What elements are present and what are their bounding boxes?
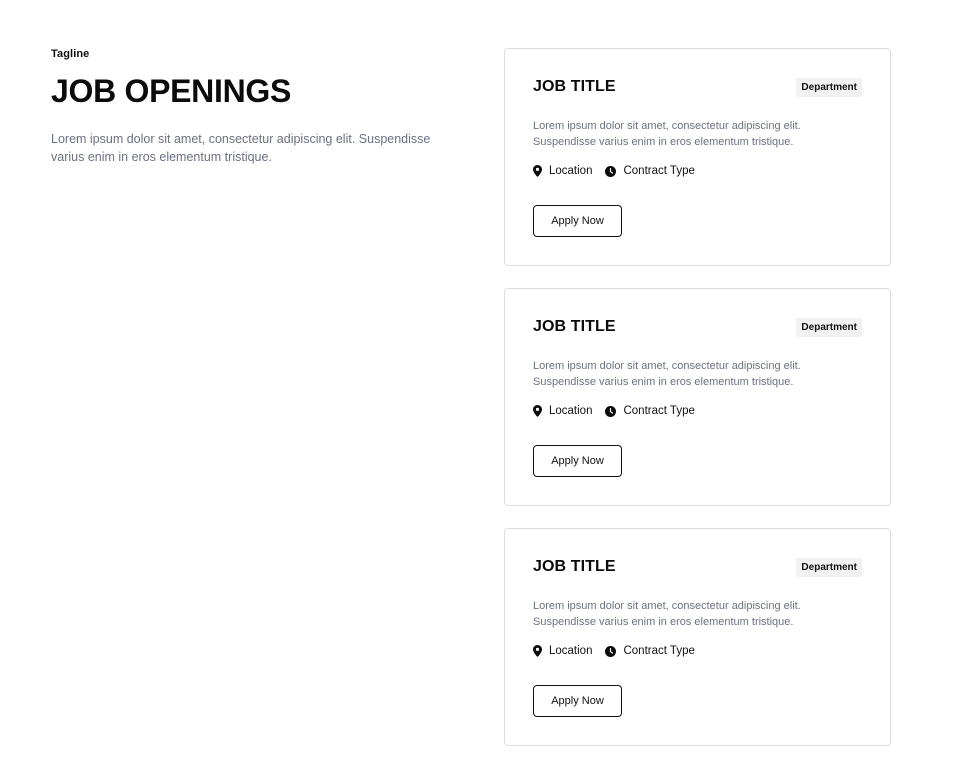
job-openings-page: Tagline JOB OPENINGS Lorem ipsum dolor s…	[0, 0, 960, 769]
job-contract: Contract Type	[605, 405, 695, 417]
map-pin-icon	[533, 405, 542, 417]
apply-now-button[interactable]: Apply Now	[533, 205, 622, 237]
job-contract: Contract Type	[605, 165, 695, 177]
job-title: JOB TITLE	[533, 78, 616, 95]
job-card: JOB TITLE Department Lorem ipsum dolor s…	[504, 288, 891, 506]
department-badge: Department	[796, 317, 862, 337]
tagline: Tagline	[51, 48, 90, 60]
job-location: Location	[533, 165, 592, 177]
job-location-label: Location	[549, 645, 593, 657]
job-meta: Location Contract Type	[533, 645, 862, 657]
clock-icon	[605, 405, 617, 417]
job-title: JOB TITLE	[533, 558, 616, 575]
job-location-label: Location	[549, 405, 593, 417]
job-contract-label: Contract Type	[623, 405, 695, 417]
job-card-header: JOB TITLE Department	[533, 316, 862, 338]
intro-description: Lorem ipsum dolor sit amet, consectetur …	[51, 132, 431, 164]
job-card-header: JOB TITLE Department	[533, 76, 862, 98]
job-meta: Location Contract Type	[533, 165, 862, 177]
clock-icon	[605, 165, 617, 177]
intro-section: Tagline JOB OPENINGS Lorem ipsum dolor s…	[51, 48, 451, 166]
job-contract-label: Contract Type	[623, 165, 695, 177]
clock-icon	[605, 645, 617, 657]
apply-now-button[interactable]: Apply Now	[533, 445, 622, 477]
apply-now-button[interactable]: Apply Now	[533, 685, 622, 717]
job-location: Location	[533, 645, 592, 657]
job-description: Lorem ipsum dolor sit amet, consectetur …	[533, 120, 801, 148]
department-badge: Department	[796, 77, 862, 97]
job-contract: Contract Type	[605, 645, 695, 657]
page-title: JOB OPENINGS	[51, 73, 292, 109]
job-list: JOB TITLE Department Lorem ipsum dolor s…	[504, 48, 891, 746]
job-location: Location	[533, 405, 592, 417]
job-description: Lorem ipsum dolor sit amet, consectetur …	[533, 600, 801, 628]
job-title: JOB TITLE	[533, 318, 616, 335]
job-location-label: Location	[549, 165, 593, 177]
job-card: JOB TITLE Department Lorem ipsum dolor s…	[504, 528, 891, 746]
department-badge: Department	[796, 557, 862, 577]
job-description: Lorem ipsum dolor sit amet, consectetur …	[533, 360, 801, 388]
job-meta: Location Contract Type	[533, 405, 862, 417]
map-pin-icon	[533, 165, 542, 177]
job-card-header: JOB TITLE Department	[533, 556, 862, 578]
job-card: JOB TITLE Department Lorem ipsum dolor s…	[504, 48, 891, 266]
map-pin-icon	[533, 645, 542, 657]
job-contract-label: Contract Type	[623, 645, 695, 657]
